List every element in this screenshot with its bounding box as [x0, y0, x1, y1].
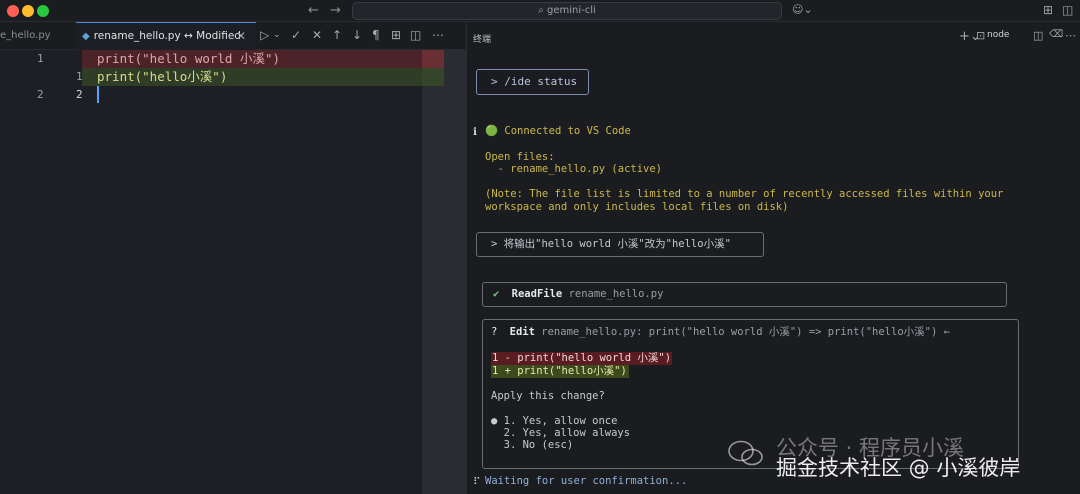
- diff-deletion-line: 1 - print("hello world 小溪"): [491, 352, 672, 365]
- deleted-code-line[interactable]: print("hello world 小溪"): [82, 50, 422, 68]
- tool-name: ReadFile: [511, 288, 563, 300]
- maximize-window-button[interactable]: [37, 5, 49, 17]
- layout-icon[interactable]: ⊞: [1043, 3, 1053, 17]
- waiting-status: Waiting for user confirmation...: [485, 475, 688, 487]
- tool-argument: rename_hello.py: [568, 288, 664, 300]
- text-cursor: [97, 86, 99, 103]
- question-icon: ?: [491, 326, 498, 338]
- whitespace-icon[interactable]: ¶: [372, 28, 380, 42]
- next-change-icon[interactable]: ↓: [352, 28, 362, 42]
- open-file-item: - rename_hello.py (active): [485, 163, 663, 175]
- orig-line-number: 1: [37, 52, 44, 65]
- tool-name: Edit: [509, 326, 535, 338]
- title-bar: ← → ⌕ gemini-cli ☺⌄ ⊞ ◫: [0, 0, 1080, 22]
- close-tab-icon[interactable]: ✕: [236, 23, 246, 50]
- minimap[interactable]: [422, 50, 466, 494]
- readfile-tool-box: ✔ ReadFile rename_hello.py: [482, 282, 1007, 307]
- tab-hello-py[interactable]: e_hello.py: [0, 22, 76, 50]
- diff-addition-line: 1 + print("hello小溪"): [491, 365, 629, 378]
- close-window-button[interactable]: [7, 5, 19, 17]
- apply-question: Apply this change?: [491, 390, 605, 402]
- minimap-deletion: [422, 50, 444, 68]
- copilot-icon[interactable]: ☺⌄: [792, 3, 813, 16]
- trash-icon[interactable]: ⌫: [1049, 29, 1063, 40]
- watermark-line2: 掘金技术社区 @ 小溪彼岸: [776, 456, 1021, 480]
- info-icon: ℹ: [473, 126, 477, 138]
- diff-editor[interactable]: 1 2 − 1+ 2 print("hello world 小溪") print…: [0, 50, 422, 494]
- terminal-name[interactable]: node: [987, 30, 1009, 40]
- more-icon[interactable]: ⋯: [1065, 29, 1076, 42]
- note-line: (Note: The file list is limited to a num…: [485, 188, 1004, 200]
- previous-change-icon[interactable]: ↑: [332, 28, 342, 42]
- mod-line-number: 2: [76, 88, 83, 101]
- forward-arrow-icon[interactable]: →: [330, 3, 341, 18]
- editor-tab-bar: e_hello.py ◆ rename_hello.py ↔ Modified ✕…: [0, 22, 465, 50]
- open-files-label: Open files:: [485, 151, 555, 163]
- wechat-logo-icon: [728, 440, 763, 466]
- spinner-icon: ⠏: [473, 476, 481, 488]
- tool-argument: rename_hello.py: print("hello world 小溪")…: [541, 326, 950, 338]
- tab-rename-hello-diff[interactable]: ◆ rename_hello.py ↔ Modified ✕: [76, 22, 256, 50]
- option-allow-always[interactable]: 2. Yes, allow always: [491, 427, 630, 440]
- tab-label: e_hello.py: [0, 30, 51, 41]
- orig-line-number: 2: [37, 88, 44, 101]
- option-allow-once[interactable]: ● 1. Yes, allow once: [491, 415, 617, 428]
- accept-change-icon[interactable]: ✓: [291, 28, 301, 42]
- inline-view-icon[interactable]: ⊞: [391, 28, 401, 42]
- back-arrow-icon[interactable]: ←: [308, 3, 319, 18]
- run-icon[interactable]: ▷: [260, 28, 269, 42]
- minimize-window-button[interactable]: [22, 5, 34, 17]
- split-terminal-icon[interactable]: ◫: [1033, 29, 1043, 42]
- panel-title: 终端: [473, 35, 492, 45]
- user-prompt-box: > 将输出"hello world 小溪"改为"hello小溪": [476, 232, 764, 257]
- terminal-panel: 终端 +⌄ ⊡ node ◫ ⌫ ⋯ > /ide status ℹ 🟢 Con…: [466, 22, 1080, 494]
- python-file-icon: ◆: [82, 31, 90, 42]
- reject-change-icon[interactable]: ✕: [312, 28, 322, 42]
- run-dropdown-icon[interactable]: ⌄: [273, 30, 281, 40]
- option-no[interactable]: 3. No (esc): [491, 439, 574, 452]
- added-code-line[interactable]: print("hello小溪"): [82, 68, 422, 86]
- connected-status: 🟢 Connected to VS Code: [485, 125, 631, 137]
- more-actions-icon[interactable]: ⋯: [432, 28, 444, 42]
- command-box: > /ide status: [476, 69, 589, 95]
- tab-label: rename_hello.py ↔ Modified: [93, 30, 241, 42]
- split-editor-icon[interactable]: ◫: [410, 28, 421, 42]
- terminal-icon[interactable]: ⊡: [976, 29, 985, 42]
- panel-layout-icon[interactable]: ◫: [1062, 3, 1073, 17]
- command-center-search[interactable]: ⌕ gemini-cli: [352, 2, 782, 20]
- minimap-addition: [422, 68, 444, 86]
- check-icon: ✔: [493, 288, 500, 300]
- note-line: workspace and only includes local files …: [485, 201, 789, 213]
